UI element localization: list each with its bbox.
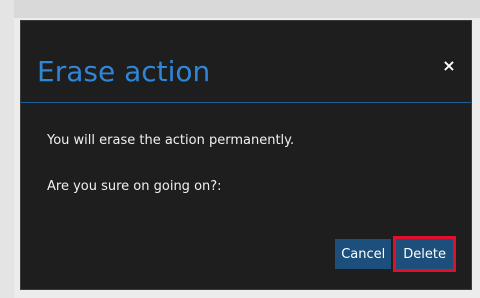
backdrop-side	[0, 0, 14, 298]
erase-action-dialog: Erase action × You will erase the action…	[20, 20, 472, 290]
cancel-button[interactable]: Cancel	[335, 239, 392, 269]
message-line-2: Are you sure on going on?:	[47, 179, 222, 194]
header-divider	[21, 102, 471, 103]
backdrop-band	[14, 0, 480, 18]
dialog-title: Erase action	[37, 55, 211, 88]
dialog-header: Erase action ×	[21, 21, 471, 103]
message-line-1: You will erase the action permanently.	[47, 133, 295, 148]
close-button[interactable]: ×	[439, 55, 459, 75]
dialog-footer: Cancel Delete	[335, 236, 456, 272]
close-icon: ×	[442, 55, 456, 75]
delete-button[interactable]: Delete	[393, 236, 456, 272]
